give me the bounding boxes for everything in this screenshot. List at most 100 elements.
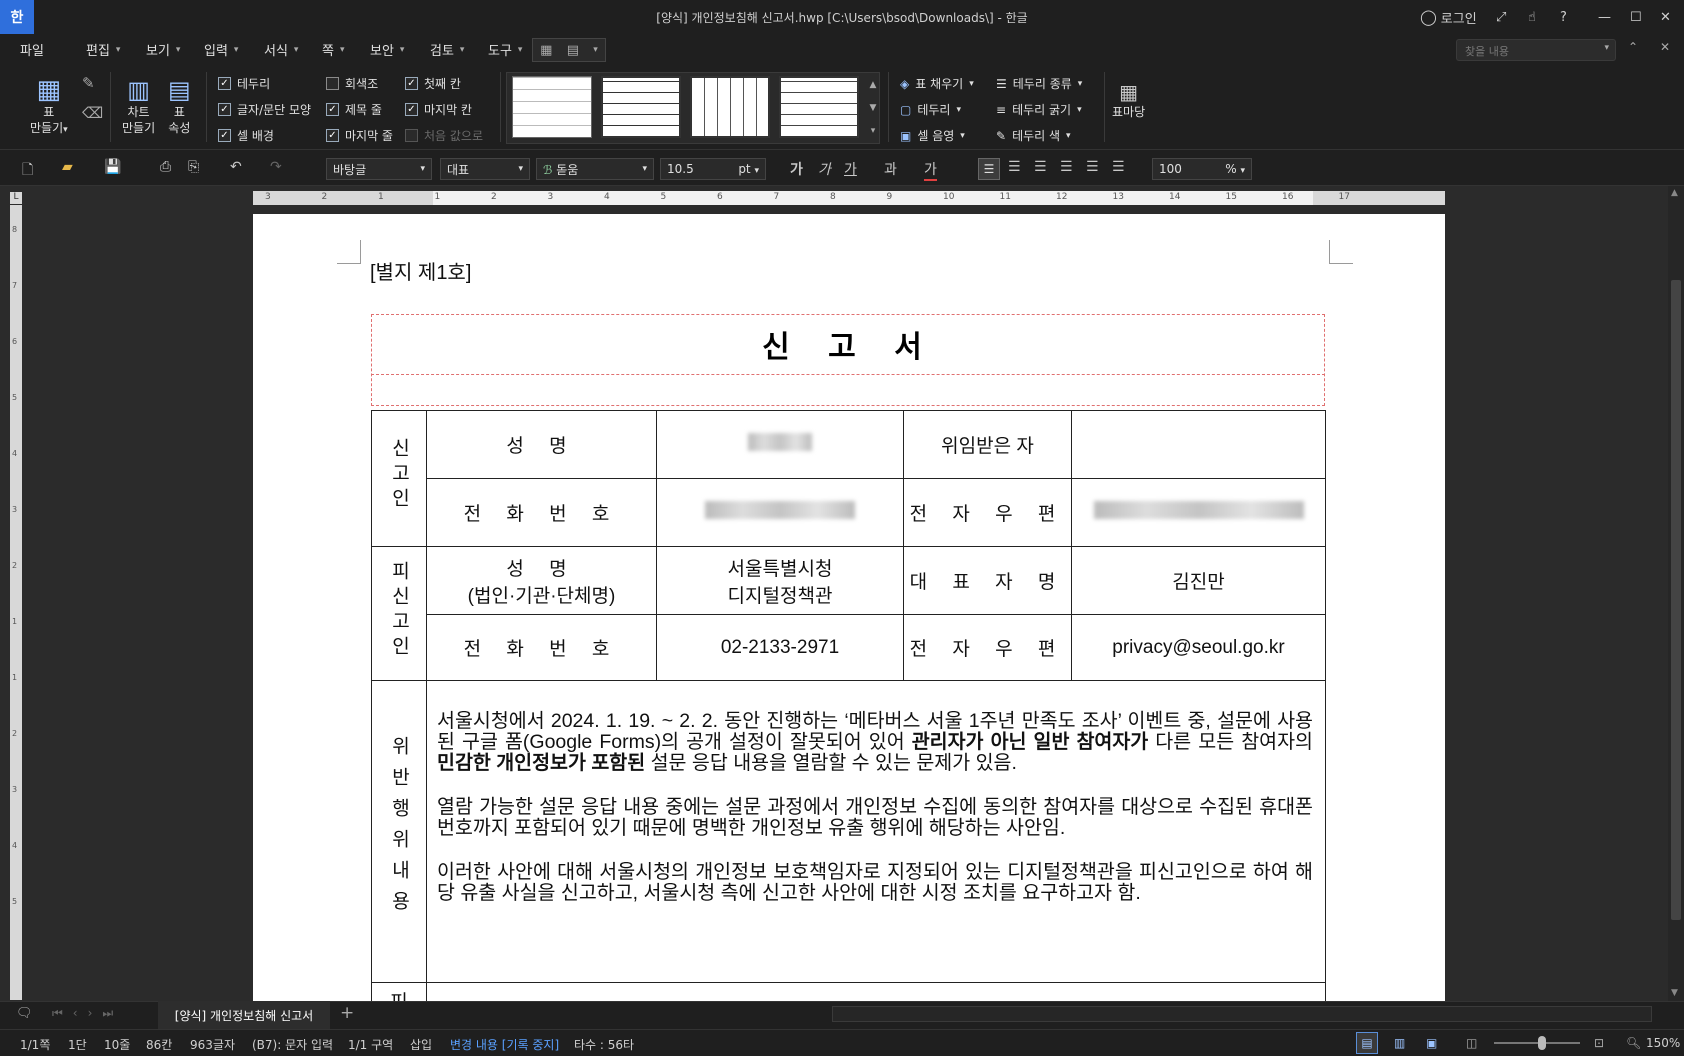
collapse-ribbon-icon[interactable]: ⌃ [1628, 40, 1638, 54]
ruler-corner[interactable]: L [10, 192, 22, 204]
open-folder-icon[interactable]: ▰ [62, 159, 73, 175]
hand-icon[interactable]: ☝ [1528, 6, 1536, 28]
more-icon[interactable]: ▾ [871, 126, 876, 136]
menu-format[interactable]: 서식 ▾ [264, 40, 298, 59]
save-icon[interactable]: 💾 [104, 159, 121, 175]
close-ribbon-icon[interactable]: ✕ [1660, 40, 1670, 54]
align-center-icon[interactable]: ☰ [1034, 159, 1047, 175]
help-icon[interactable]: ? [1560, 6, 1567, 28]
border-width-button[interactable]: ≡ 테두리 굵기 ▾ [996, 101, 1082, 118]
search-input[interactable]: 찾을 내용 ▾ [1456, 39, 1616, 61]
table-tool-tabs[interactable]: ▦ ▤ ▾ [532, 38, 606, 62]
last-col-checkbox[interactable]: ✓ 마지막 칸 [405, 101, 472, 118]
draw-table-icon[interactable]: ✎ [82, 74, 95, 92]
erase-table-icon[interactable]: ⌫ [82, 104, 103, 122]
print-preview-icon[interactable]: ⎘ [188, 159, 199, 175]
split-align-icon[interactable]: ☰ [1112, 159, 1125, 175]
redo-icon[interactable]: ↷ [270, 159, 282, 175]
table-fill-button[interactable]: ◈ 표 채우기 ▾ [900, 75, 974, 92]
respondent-rep-cell[interactable]: 김진만 [1071, 546, 1326, 615]
status-zoom[interactable]: 150% [1646, 1036, 1680, 1050]
respondent-email-cell[interactable]: privacy@seoul.go.kr [1071, 614, 1326, 681]
menu-view[interactable]: 보기 ▾ [146, 40, 180, 59]
login-button[interactable]: ◯ 로그인 [1420, 6, 1477, 28]
chevron-down-icon[interactable]: ▼ [870, 103, 877, 113]
border-checkbox[interactable]: ✓ 테두리 [218, 75, 270, 92]
menu-review[interactable]: 검토 ▾ [430, 40, 464, 59]
email-label-cell[interactable]: 전 자 우 편 [903, 478, 1072, 547]
status-track-changes[interactable]: 변경 내용 [기록 중지] [450, 1036, 559, 1053]
print-icon[interactable]: ⎙ [160, 159, 171, 175]
bold-button[interactable]: 가 [790, 159, 803, 179]
chevron-up-icon[interactable]: ▲ [870, 80, 877, 90]
respondent-name-cell[interactable]: 서울특별시청 디지털정책관 [656, 546, 904, 615]
zoom-icon[interactable]: 🔍︎ [1626, 1036, 1641, 1050]
header-row-checkbox[interactable]: ✓ 제목 줄 [326, 101, 382, 118]
respondent-email-label-cell[interactable]: 전 자 우 편 [903, 614, 1072, 681]
underline-button[interactable]: 가 [844, 159, 857, 179]
status-page[interactable]: 1/1쪽 [20, 1036, 50, 1053]
tab-nav-icons[interactable]: ⏮‹›⏭ [52, 1006, 123, 1021]
zoom-slider-handle[interactable] [1538, 1036, 1546, 1050]
border-type-button[interactable]: ☰ 테두리 종류 ▾ [996, 75, 1082, 92]
table-props-button[interactable]: ▤ 표 속성 [168, 76, 191, 136]
violation-content-cell[interactable]: 서울시청에서 2024. 1. 19. ~ 2. 2. 동안 진행하는 ‘메타버… [426, 680, 1326, 983]
rep-label-cell[interactable]: 대 표 자 명 [903, 546, 1072, 615]
make-table-button[interactable]: ▦ 표 만들기▾ [30, 76, 68, 138]
page-view-icon[interactable]: ▤ [1356, 1032, 1378, 1054]
cell-shade-button[interactable]: ▣ 셀 음영 ▾ [900, 127, 965, 144]
last-row-checkbox[interactable]: ✓ 마지막 줄 [326, 127, 393, 144]
respondent-phone-cell[interactable]: 02-2133-2971 [656, 614, 904, 681]
respondent-phone-label-cell[interactable]: 전 화 번 호 [426, 614, 657, 681]
vertical-ruler[interactable]: 8 7 6 5 4 3 2 1 1 2 3 4 5 [10, 205, 22, 1000]
menu-insert[interactable]: 입력 ▾ [204, 40, 238, 59]
menu-security[interactable]: 보안 ▾ [370, 40, 404, 59]
report-table[interactable]: 신고인 성 명 위임받은 자 전 화 번 호 전 자 우 편 피신고인 성 명(… [371, 410, 1326, 1015]
table-style-thumb[interactable] [690, 76, 770, 138]
maximize-icon[interactable]: ☐ [1630, 6, 1642, 28]
language-select[interactable]: 대표 ▾ [440, 158, 530, 180]
name-label-cell[interactable]: 성 명 [426, 410, 657, 479]
horizontal-scrollbar[interactable] [832, 1006, 1652, 1022]
style-select[interactable]: 바탕글 ▾ [326, 158, 432, 180]
phone-label-cell[interactable]: 전 화 번 호 [426, 478, 657, 547]
gallery-scroll[interactable]: ▲ ▼ ▾ [866, 74, 880, 142]
justify-icon[interactable]: ☰ [978, 158, 1000, 180]
table-style-thumb[interactable] [601, 76, 681, 138]
strikethrough-button[interactable]: 과 [884, 159, 897, 179]
minimize-icon[interactable]: — [1598, 6, 1611, 28]
menu-edit[interactable]: 편집 ▾ [86, 40, 120, 59]
align-right-icon[interactable]: ☰ [1060, 159, 1073, 175]
first-col-checkbox[interactable]: ✓ 첫째 칸 [405, 75, 461, 92]
expand-icon[interactable]: ⤢ [1496, 6, 1506, 28]
menu-tools[interactable]: 도구 ▾ [488, 40, 522, 59]
reporter-name-cell[interactable] [656, 410, 904, 479]
font-size-input[interactable]: 10.5 pt ▾ [660, 158, 766, 180]
violation-text[interactable]: 서울시청에서 2024. 1. 19. ~ 2. 2. 동안 진행하는 ‘메타버… [427, 711, 1325, 904]
menu-page[interactable]: 쪽 ▾ [322, 40, 345, 59]
table-design-icon[interactable]: ▦ [540, 43, 552, 58]
border-color-button[interactable]: ✎ 테두리 색 ▾ [996, 127, 1071, 144]
line-spacing-input[interactable]: 100% ▾ [1152, 158, 1252, 180]
grayscale-checkbox[interactable]: 회색조 [326, 75, 378, 92]
new-doc-icon[interactable]: 🗋 [22, 159, 33, 183]
memo-icon[interactable]: 🗨 [16, 1006, 33, 1021]
zoom-fit-icon[interactable]: ⊡ [1594, 1036, 1604, 1050]
distribute-icon[interactable]: ☰ [1086, 159, 1099, 175]
font-select[interactable]: ℬ 돋움 ▾ [536, 158, 654, 180]
close-icon[interactable]: ✕ [1660, 6, 1671, 28]
char-para-checkbox[interactable]: ✓ 글자/문단 모양 [218, 101, 311, 118]
make-chart-button[interactable]: ▥ 차트 만들기 [122, 76, 155, 136]
menu-file[interactable]: 파일 [20, 40, 44, 59]
italic-button[interactable]: 가 [818, 159, 831, 179]
delegate-cell[interactable] [1071, 410, 1326, 479]
add-tab-button[interactable]: + [340, 1003, 354, 1023]
fit-page-icon[interactable]: ◫ [1466, 1036, 1477, 1050]
undo-icon[interactable]: ↶ [230, 159, 242, 175]
draft-view-icon[interactable]: ▣ [1426, 1036, 1437, 1050]
align-left-icon[interactable]: ☰ [1008, 159, 1021, 175]
border-button[interactable]: ▢ 테두리 ▾ [900, 101, 961, 118]
zoom-slider[interactable] [1494, 1042, 1580, 1044]
document-tab[interactable]: [양식] 개인정보침해 신고서 [158, 1001, 330, 1029]
status-insert[interactable]: 삽입 [410, 1036, 432, 1053]
